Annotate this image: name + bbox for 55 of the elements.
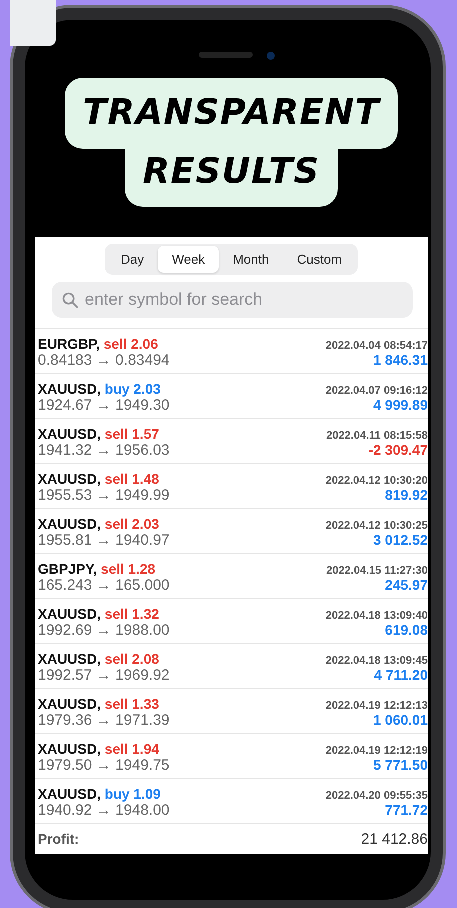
trade-time: 2022.04.20 09:55:35 bbox=[326, 790, 428, 802]
trade-profit: -2 309.47 bbox=[368, 442, 428, 458]
trade-time: 2022.04.15 11:27:30 bbox=[326, 564, 428, 576]
trade-title: XAUUSD, sell 1.94 bbox=[38, 740, 160, 756]
trade-time: 2022.04.19 12:12:19 bbox=[326, 744, 428, 756]
trade-title: XAUUSD, sell 2.03 bbox=[38, 516, 160, 532]
trade-time: 2022.04.04 08:54:17 bbox=[326, 340, 428, 352]
trade-title: XAUUSD, buy 2.03 bbox=[38, 380, 161, 396]
trade-prices: 1940.92 → 1948.00 bbox=[38, 802, 170, 818]
profit-total: 21 412.86 bbox=[361, 831, 428, 848]
banner-title: RESULTS bbox=[124, 148, 338, 207]
trade-title: XAUUSD, sell 1.33 bbox=[38, 696, 160, 712]
trade-prices: 1955.81 → 1940.97 bbox=[38, 532, 170, 548]
trade-profit: 5 771.50 bbox=[374, 756, 428, 772]
period-tab[interactable]: Day bbox=[106, 246, 158, 273]
trade-title: EURGBP, sell 2.06 bbox=[38, 336, 158, 352]
search-field[interactable]: enter symbol for search bbox=[52, 282, 413, 318]
trade-prices: 165.243 → 165.000 bbox=[38, 576, 170, 594]
trade-profit: 4 999.89 bbox=[374, 396, 428, 412]
profit-label: Profit: bbox=[38, 831, 80, 847]
trade-prices: 1924.67 → 1949.30 bbox=[38, 396, 170, 414]
trade-time: 2022.04.07 09:16:12 bbox=[326, 384, 428, 396]
trade-profit: 245.97 bbox=[385, 576, 428, 592]
trade-profit: 1 846.31 bbox=[374, 352, 428, 368]
period-tab[interactable]: Month bbox=[219, 246, 284, 273]
trade-time: 2022.04.11 08:15:58 bbox=[326, 430, 428, 442]
trade-title: XAUUSD, sell 1.32 bbox=[38, 606, 160, 622]
trade-title: XAUUSD, sell 1.48 bbox=[38, 470, 160, 486]
trade-prices: 1992.69 → 1988.00 bbox=[38, 622, 170, 638]
trade-prices: 1941.32 → 1956.03 bbox=[38, 442, 170, 458]
trade-prices: 0.84183 → 0.83494 bbox=[38, 352, 170, 368]
trade-profit: 1 060.01 bbox=[374, 712, 428, 728]
trade-title: GBPJPY, sell 1.28 bbox=[38, 560, 156, 576]
trade-prices: 1979.36 → 1971.39 bbox=[38, 712, 170, 728]
period-tab[interactable]: Custom bbox=[283, 246, 356, 273]
trade-time: 2022.04.18 13:09:45 bbox=[326, 654, 428, 666]
camera-icon bbox=[266, 52, 274, 60]
trade-time: 2022.04.12 10:30:20 bbox=[326, 474, 428, 486]
trade-prices: 1992.57 → 1969.92 bbox=[38, 666, 170, 684]
trade-profit: 771.72 bbox=[385, 802, 428, 818]
trade-title: XAUUSD, buy 1.09 bbox=[38, 786, 161, 802]
trade-profit: 3 012.52 bbox=[374, 532, 428, 548]
trade-prices: 1979.50 → 1949.75 bbox=[38, 756, 170, 774]
trade-profit: 4 711.20 bbox=[374, 666, 428, 682]
trade-profit: 619.08 bbox=[385, 622, 428, 638]
trade-title: XAUUSD, sell 2.08 bbox=[38, 650, 160, 666]
trade-title: XAUUSD, sell 1.57 bbox=[38, 426, 160, 442]
trade-time: 2022.04.12 10:30:25 bbox=[326, 520, 428, 532]
speaker-grille-icon bbox=[198, 52, 252, 58]
trade-time: 2022.04.19 12:12:13 bbox=[326, 700, 428, 712]
trade-profit: 819.92 bbox=[385, 486, 428, 502]
trade-prices: 1955.53 → 1949.99 bbox=[38, 486, 170, 504]
banner-title: TRANSPARENT bbox=[65, 78, 398, 148]
trade-time: 2022.04.18 13:09:40 bbox=[326, 610, 428, 622]
period-tab[interactable]: Week bbox=[158, 246, 220, 273]
